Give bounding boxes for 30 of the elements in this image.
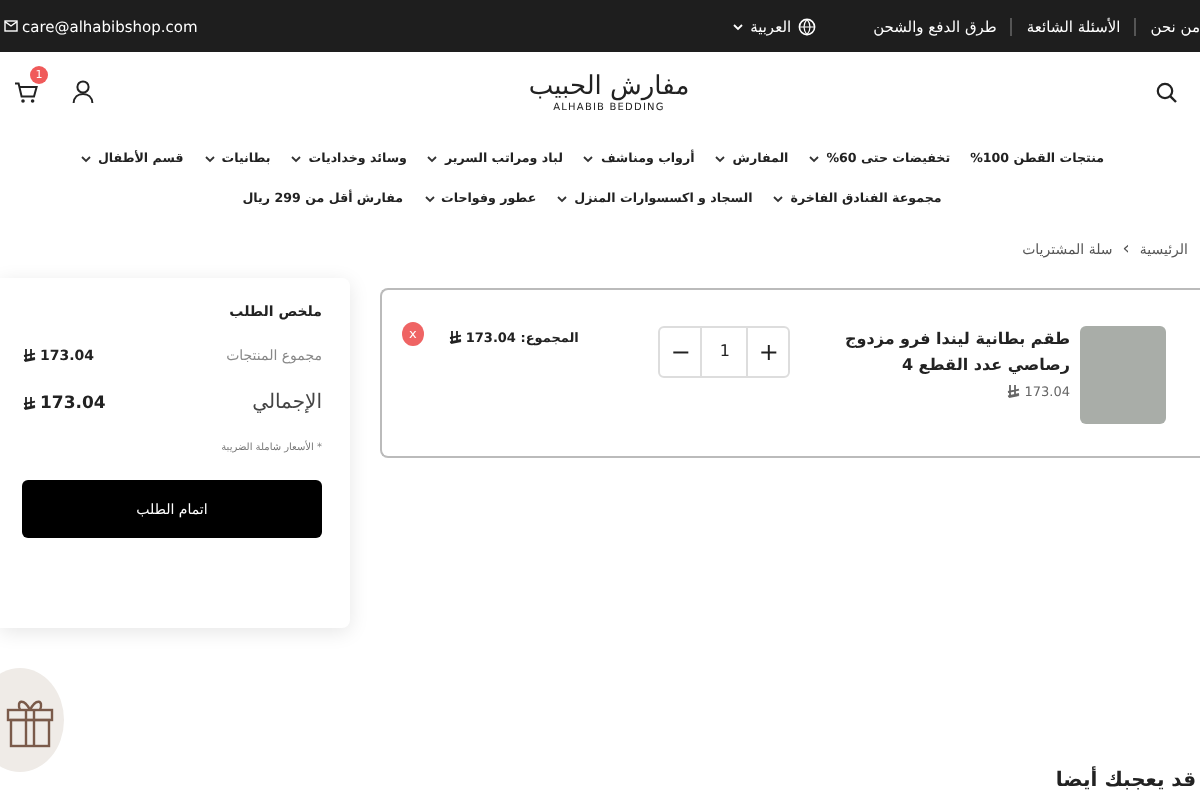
chevron-down-icon [582, 153, 595, 163]
product-title[interactable]: طقم بطانية ليندا فرو مزدوج رصاصي عدد القطع 4 [830, 326, 1070, 378]
product-photo-placeholder [1080, 326, 1166, 424]
total-value: 173.04 [22, 393, 106, 413]
breadcrumb-separator: › [1122, 240, 1130, 260]
chevron-down-icon [290, 153, 303, 163]
riyal-icon [22, 348, 36, 364]
search-button[interactable] [1152, 78, 1180, 106]
total-label: الإجمالي [252, 392, 322, 414]
quantity-value: 1 [700, 328, 749, 376]
gift-button[interactable] [0, 668, 64, 772]
section-heading: قد يعجبك أيضا [1055, 770, 1196, 792]
cart-button[interactable] [12, 78, 41, 106]
chevron-down-icon [714, 153, 727, 163]
riyal-icon [1006, 384, 1021, 400]
increase-button[interactable]: + [748, 328, 789, 376]
account-button[interactable] [68, 78, 97, 106]
decrease-button[interactable]: − [660, 328, 701, 376]
mail-icon [4, 20, 18, 32]
chevron-down-icon [426, 153, 439, 163]
chevron-down-icon [556, 193, 569, 203]
riyal-icon [447, 330, 462, 346]
riyal-icon [22, 395, 36, 411]
chevron-down-icon [732, 21, 745, 31]
chevron-down-icon [203, 153, 216, 163]
chevron-down-icon [423, 193, 436, 203]
chevron-down-icon [79, 153, 92, 163]
chevron-down-icon [808, 153, 821, 163]
chevron-down-icon [772, 193, 785, 203]
globe-icon [797, 17, 816, 35]
